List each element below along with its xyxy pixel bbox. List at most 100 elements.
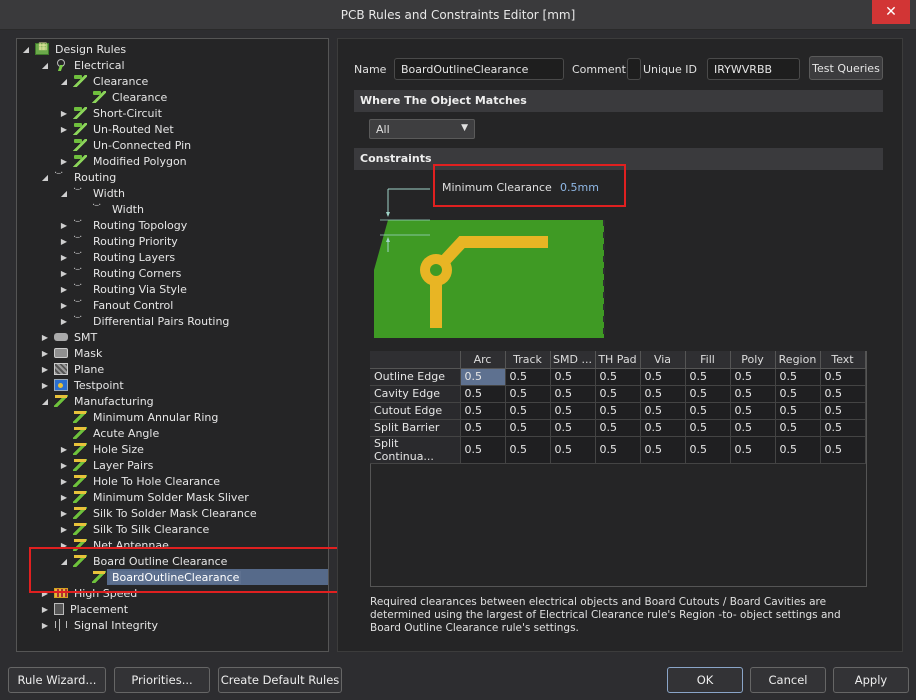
tree-item[interactable]: ▶ Routing Via Style [59, 280, 189, 297]
grid-cell[interactable]: 0.5 [595, 368, 641, 386]
tree-item[interactable]: ▶ Routing Corners [59, 264, 183, 281]
expanded-arrow-icon[interactable]: ◢ [21, 45, 31, 54]
grid-cell[interactable]: 0.5 [460, 368, 506, 386]
grid-cell[interactable]: 0.5 [640, 402, 686, 420]
tree-item[interactable]: ▶ Hole To Hole Clearance [59, 473, 222, 489]
grid-column-header[interactable]: TH Pad [595, 351, 641, 369]
tree-item[interactable]: Clearance [78, 89, 169, 105]
grid-cell[interactable]: 0.5 [460, 419, 506, 437]
grid-cell[interactable]: 0.5 [550, 419, 596, 437]
tree-item[interactable]: ◢ Manufacturing [40, 393, 156, 409]
collapsed-arrow-icon[interactable]: ▶ [59, 269, 69, 278]
grid-cell[interactable]: 0.5 [640, 419, 686, 437]
grid-cell[interactable]: 0.5 [550, 402, 596, 420]
tree-item[interactable]: Acute Angle [59, 425, 161, 441]
grid-column-header[interactable]: Fill [685, 351, 731, 369]
expanded-arrow-icon[interactable]: ◢ [40, 61, 50, 70]
grid-cell[interactable]: 0.5 [550, 385, 596, 403]
collapsed-arrow-icon[interactable]: ▶ [59, 253, 69, 262]
expanded-arrow-icon[interactable]: ◢ [40, 173, 50, 182]
tree-item[interactable]: ▶ Routing Topology [59, 216, 189, 233]
tree-item[interactable]: ▶ Silk To Silk Clearance [59, 521, 211, 537]
collapsed-arrow-icon[interactable]: ▶ [59, 109, 69, 118]
grid-cell[interactable]: 0.5 [820, 402, 866, 420]
grid-cell[interactable]: 0.5 [550, 436, 596, 464]
expanded-arrow-icon[interactable]: ◢ [40, 397, 50, 406]
grid-cell[interactable]: 0.5 [685, 419, 731, 437]
tree-item[interactable]: ▶ Differential Pairs Routing [59, 312, 231, 329]
match-select[interactable]: All ▼ [369, 119, 475, 139]
grid-cell[interactable]: 0.5 [685, 402, 731, 420]
grid-cell[interactable]: 0.5 [595, 402, 641, 420]
collapsed-arrow-icon[interactable]: ▶ [59, 157, 69, 166]
collapsed-arrow-icon[interactable]: ▶ [40, 621, 50, 630]
collapsed-arrow-icon[interactable]: ▶ [59, 445, 69, 454]
tree-item[interactable]: ▶ Minimum Solder Mask Sliver [59, 489, 251, 505]
grid-cell[interactable]: 0.5 [505, 368, 551, 386]
comment-field[interactable] [627, 58, 641, 80]
tree-item[interactable]: ▶ Testpoint [40, 377, 126, 393]
collapsed-arrow-icon[interactable]: ▶ [59, 477, 69, 486]
tree-item[interactable]: ▶ Modified Polygon [59, 153, 189, 169]
collapsed-arrow-icon[interactable]: ▶ [59, 237, 69, 246]
grid-cell[interactable]: 0.5 [640, 436, 686, 464]
tree-item[interactable]: Un-Connected Pin [59, 137, 193, 153]
apply-button[interactable]: Apply [833, 667, 909, 693]
grid-cell[interactable]: 0.5 [595, 419, 641, 437]
collapsed-arrow-icon[interactable]: ▶ [40, 333, 50, 342]
collapsed-arrow-icon[interactable]: ▶ [59, 285, 69, 294]
grid-cell[interactable]: 0.5 [460, 385, 506, 403]
collapsed-arrow-icon[interactable]: ▶ [59, 461, 69, 470]
grid-cell[interactable]: 0.5 [505, 385, 551, 403]
grid-cell[interactable]: 0.5 [730, 385, 776, 403]
tree-item[interactable]: ▶ Routing Priority [59, 232, 180, 249]
rule-wizard-button[interactable]: Rule Wizard... [8, 667, 106, 693]
grid-cell[interactable]: 0.5 [460, 436, 506, 464]
grid-cell[interactable]: 0.5 [685, 385, 731, 403]
grid-cell[interactable]: 0.5 [730, 402, 776, 420]
test-queries-button[interactable]: Test Queries [809, 56, 883, 80]
grid-cell[interactable]: 0.5 [595, 385, 641, 403]
tree-item[interactable]: ▶ Silk To Solder Mask Clearance [59, 505, 259, 521]
grid-column-header[interactable]: Track [505, 351, 551, 369]
grid-cell[interactable]: 0.5 [550, 368, 596, 386]
grid-cell[interactable]: 0.5 [595, 436, 641, 464]
grid-cell[interactable]: 0.5 [460, 402, 506, 420]
collapsed-arrow-icon[interactable]: ▶ [59, 525, 69, 534]
tree-item[interactable]: ▶ SMT [40, 329, 99, 345]
grid-column-header[interactable]: Arc [460, 351, 506, 369]
grid-column-header[interactable]: Region [775, 351, 821, 369]
close-button[interactable]: ✕ [872, 0, 910, 24]
grid-cell[interactable]: 0.5 [775, 385, 821, 403]
grid-cell[interactable]: 0.5 [685, 436, 731, 464]
ok-button[interactable]: OK [667, 667, 743, 693]
grid-column-header[interactable]: Via [640, 351, 686, 369]
tree-item[interactable]: ▶ Mask [40, 345, 104, 361]
grid-column-header[interactable]: SMD ... [550, 351, 596, 369]
name-field[interactable]: BoardOutlineClearance [394, 58, 564, 80]
expanded-arrow-icon[interactable]: ◢ [59, 189, 69, 198]
grid-cell[interactable]: 0.5 [730, 368, 776, 386]
grid-cell[interactable]: 0.5 [640, 385, 686, 403]
collapsed-arrow-icon[interactable]: ▶ [59, 493, 69, 502]
tree-item[interactable]: Minimum Annular Ring [59, 409, 220, 425]
clearance-grid[interactable]: Arc Track SMD ... TH Pad Via Fill Poly Region Te… [370, 351, 866, 464]
collapsed-arrow-icon[interactable]: ▶ [59, 221, 69, 230]
grid-cell[interactable]: 0.5 [730, 436, 776, 464]
collapsed-arrow-icon[interactable]: ▶ [59, 317, 69, 326]
tree-item[interactable]: ◢ Routing [40, 168, 118, 185]
cancel-button[interactable]: Cancel [750, 667, 826, 693]
tree-item[interactable]: ▶ Signal Integrity [40, 617, 160, 633]
tree-item[interactable]: Width [78, 200, 146, 217]
grid-cell[interactable]: 0.5 [820, 368, 866, 386]
grid-column-header[interactable]: Text [820, 351, 866, 369]
tree-item[interactable]: ◢ Width [59, 184, 127, 201]
grid-cell[interactable]: 0.5 [640, 368, 686, 386]
grid-cell[interactable]: 0.5 [685, 368, 731, 386]
tree-item[interactable]: ▶ Hole Size [59, 441, 146, 457]
tree-item[interactable]: ▶ Routing Layers [59, 248, 177, 265]
tree-item[interactable]: ▶ Fanout Control [59, 296, 175, 313]
collapsed-arrow-icon[interactable]: ▶ [40, 365, 50, 374]
grid-column-header[interactable] [370, 351, 461, 369]
priorities-button[interactable]: Priorities... [114, 667, 210, 693]
